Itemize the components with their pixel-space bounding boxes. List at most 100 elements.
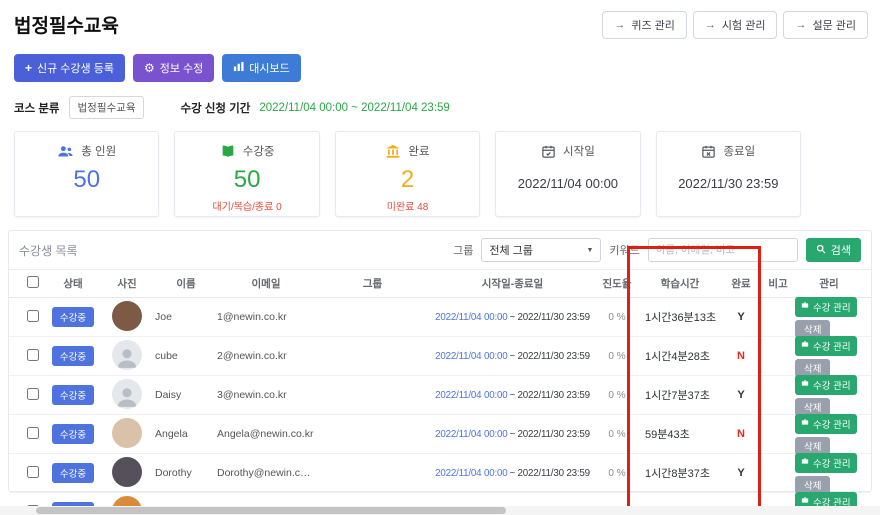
table-row: 수강중 Daisy 3@newin.co.kr 2022/11/04 00:00… bbox=[9, 374, 871, 416]
col-header-manage: 관리 bbox=[819, 278, 839, 290]
stat-label-in-progress: 수강중 bbox=[242, 146, 275, 158]
row-checkbox[interactable] bbox=[27, 309, 39, 322]
student-email: 2@newin.co.kr bbox=[217, 350, 287, 362]
edit-info-button[interactable]: ⚙ 정보 수정 bbox=[132, 54, 215, 82]
period: 2022/11/04 00:00~ 2022/11/30 23:59 bbox=[430, 351, 595, 362]
bank-icon bbox=[385, 144, 401, 159]
calendar-x-icon bbox=[701, 144, 716, 159]
period: 2022/11/04 00:00~ 2022/11/30 23:59 bbox=[430, 390, 595, 401]
stat-card-start-date: 시작일 2022/11/04 00:00 bbox=[495, 131, 641, 217]
col-header-period: 시작일-종료일 bbox=[481, 278, 544, 290]
manage-button[interactable]: 수강 관리 bbox=[795, 335, 857, 356]
progress: 0 % bbox=[608, 428, 626, 440]
study-time: 59분43초 bbox=[645, 429, 690, 441]
stat-value-complete: 2 bbox=[400, 166, 415, 193]
student-name: Dorothy bbox=[155, 467, 192, 479]
stat-value-in-progress: 50 bbox=[233, 166, 261, 193]
enroll-period-label: 수강 신청 기간 bbox=[180, 102, 251, 115]
arrow-right-icon: → bbox=[614, 19, 626, 31]
manage-button[interactable]: 수강 관리 bbox=[795, 452, 857, 473]
quiz-manage-button[interactable]: → 퀴즈 관리 bbox=[602, 11, 687, 39]
manage-button[interactable]: 수강 관리 bbox=[795, 374, 857, 395]
status-badge: 수강중 bbox=[51, 346, 95, 366]
group-label: 그룹 bbox=[453, 245, 474, 257]
col-header-name: 이름 bbox=[176, 278, 196, 290]
select-all-checkbox[interactable] bbox=[27, 276, 39, 288]
student-list-panel: 수강생 목록 그룹 전체 그룹 ▼ 키워드 검색 상태 사진 이름 이메일 그룹… bbox=[8, 230, 872, 515]
stat-value-end-date: 2022/11/30 23:59 bbox=[678, 176, 779, 191]
period-start: 2022/11/04 00:00 bbox=[435, 389, 508, 401]
avatar bbox=[112, 417, 142, 448]
student-list-title: 수강생 목록 bbox=[19, 243, 78, 258]
stat-sub-in-progress: 대기/복습/종료 0 bbox=[212, 202, 282, 213]
status-badge: 수강중 bbox=[51, 385, 95, 405]
progress: 0 % bbox=[608, 311, 626, 323]
table-header-row: 상태 사진 이름 이메일 그룹 시작일-종료일 진도율 학습시간 완료 비고 관… bbox=[9, 270, 871, 298]
toolbar: + 신규 수강생 등록 ⚙ 정보 수정 대시보드 bbox=[0, 39, 880, 82]
student-name: cube bbox=[155, 350, 178, 362]
manage-button[interactable]: 수강 관리 bbox=[795, 296, 857, 317]
avatar bbox=[112, 339, 142, 370]
stat-label-start-date: 시작일 bbox=[563, 146, 595, 158]
period: 2022/11/04 00:00~ 2022/11/30 23:59 bbox=[430, 429, 595, 440]
complete-flag: Y bbox=[737, 389, 745, 401]
keyword-input[interactable] bbox=[647, 238, 798, 262]
horizontal-scrollbar[interactable] bbox=[36, 507, 506, 514]
stat-card-end-date: 종료일 2022/11/30 23:59 bbox=[655, 131, 802, 217]
table-row: 수강중 Dorothy Dorothy@newin.co.kr 2022/11/… bbox=[9, 452, 871, 494]
bar-chart-icon bbox=[233, 61, 244, 75]
period-end: ~ 2022/11/30 23:59 bbox=[509, 428, 590, 440]
row-checkbox[interactable] bbox=[27, 465, 39, 478]
briefcase-icon bbox=[801, 457, 809, 468]
group-select-value: 전체 그룹 bbox=[489, 245, 533, 257]
table-body: 수강중 Joe 1@newin.co.kr 2022/11/04 00:00 ~ … bbox=[9, 296, 871, 515]
period-start: 2022/11/04 00:00 bbox=[435, 428, 508, 440]
student-email: 1@newin.co.kr bbox=[217, 311, 287, 323]
new-student-button[interactable]: + 신규 수강생 등록 bbox=[14, 54, 125, 82]
manage-button[interactable]: 수강 관리 bbox=[795, 413, 857, 434]
book-icon bbox=[220, 144, 236, 159]
top-nav: → 퀴즈 관리 → 시험 관리 → 설문 관리 bbox=[602, 11, 868, 39]
page-header: 법정필수교육 → 퀴즈 관리 → 시험 관리 → 설문 관리 bbox=[0, 0, 880, 39]
group-select[interactable]: 전체 그룹 ▼ bbox=[481, 238, 602, 262]
col-header-photo: 사진 bbox=[117, 278, 137, 290]
search-button[interactable]: 검색 bbox=[805, 238, 861, 262]
enroll-period-value: 2022/11/04 00:00 ~ 2022/11/04 23:59 bbox=[259, 101, 450, 114]
period-end: ~ 2022/11/30 23:59 bbox=[509, 311, 590, 323]
col-header-complete: 완료 bbox=[731, 278, 751, 290]
stat-label-complete: 완료 bbox=[408, 146, 430, 158]
period-start: 2022/11/04 00:00 bbox=[435, 350, 508, 362]
stats-row: 총 인원 50 수강중 50 대기/복습/종료 0 완료 2 미완료 48 시작… bbox=[0, 119, 815, 217]
exam-manage-button[interactable]: → 시험 관리 bbox=[692, 11, 778, 39]
col-header-email: 이메일 bbox=[251, 278, 281, 290]
student-name: Angela bbox=[155, 428, 188, 440]
col-header-note: 비고 bbox=[768, 278, 788, 290]
stat-card-in-progress: 수강중 50 대기/복습/종료 0 bbox=[174, 131, 320, 217]
student-email: Dorothy@newin.co.kr bbox=[217, 467, 315, 479]
quiz-manage-label: 퀴즈 관리 bbox=[631, 20, 675, 32]
row-checkbox[interactable] bbox=[27, 387, 39, 400]
row-checkbox[interactable] bbox=[27, 348, 39, 361]
arrow-right-icon: → bbox=[704, 19, 716, 31]
row-checkbox[interactable] bbox=[27, 426, 39, 439]
period-start: 2022/11/04 00:00 bbox=[435, 467, 508, 479]
briefcase-icon bbox=[801, 340, 809, 351]
exam-manage-label: 시험 관리 bbox=[721, 20, 766, 32]
dashboard-button[interactable]: 대시보드 bbox=[222, 54, 301, 82]
study-time: 1시간36분13초 bbox=[645, 312, 717, 324]
stat-label-end-date: 종료일 bbox=[723, 146, 756, 158]
survey-manage-button[interactable]: → 설문 관리 bbox=[783, 11, 868, 39]
period: 2022/11/04 00:00~ 2022/11/30 23:59 bbox=[430, 468, 595, 479]
student-name: Daisy bbox=[155, 389, 182, 401]
study-time: 1시간7분37초 bbox=[645, 390, 710, 402]
study-time: 1시간8분37초 bbox=[645, 468, 710, 480]
progress: 0 % bbox=[608, 389, 626, 401]
complete-flag: N bbox=[737, 350, 745, 362]
student-email: Angela@newin.co.kr bbox=[217, 428, 314, 440]
users-icon bbox=[57, 144, 74, 159]
gear-icon: ⚙ bbox=[143, 61, 155, 75]
survey-manage-label: 설문 관리 bbox=[812, 20, 856, 32]
period-end: ~ 2022/11/30 23:59 bbox=[509, 350, 590, 362]
complete-flag: N bbox=[737, 428, 745, 440]
briefcase-icon bbox=[801, 379, 809, 390]
